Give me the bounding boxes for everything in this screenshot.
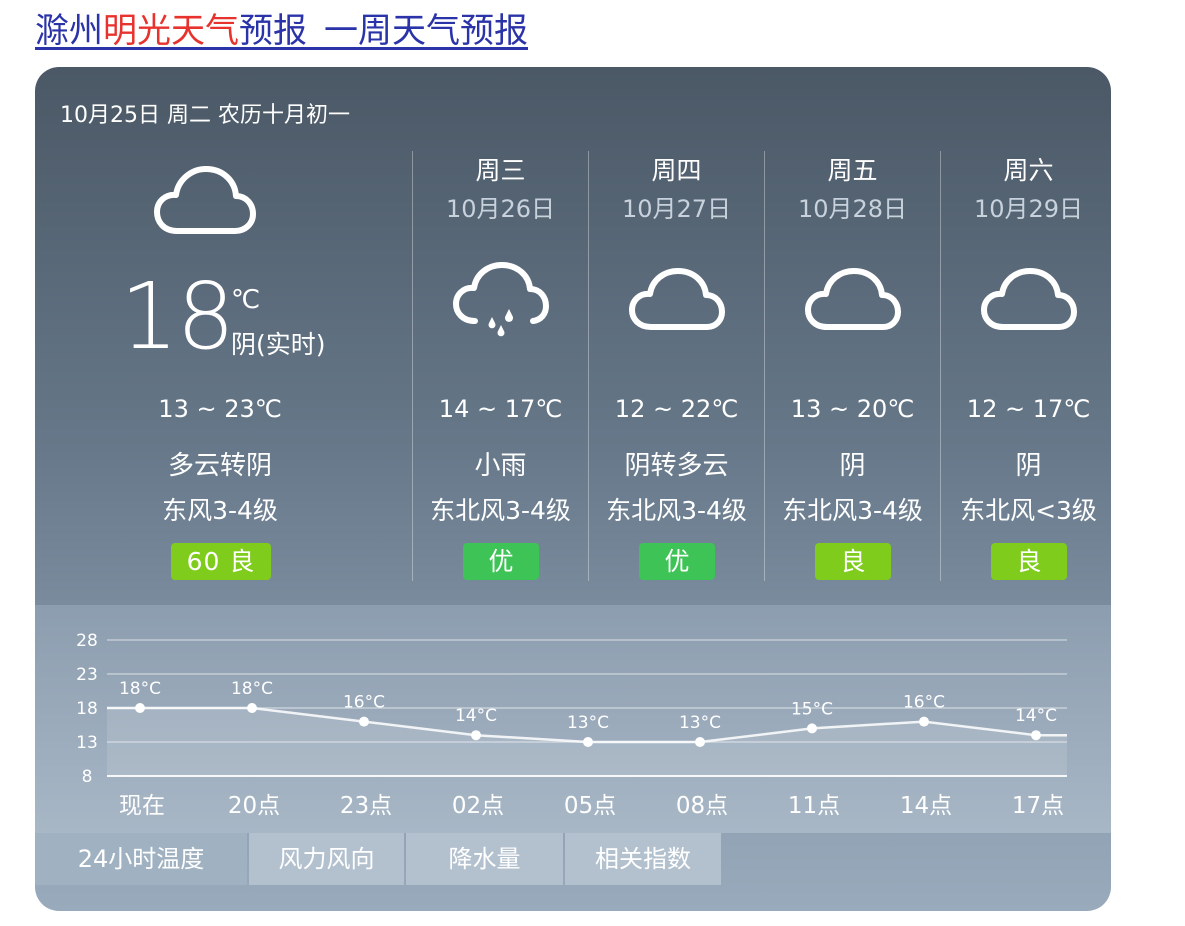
cloud-icon	[981, 268, 1077, 330]
forecast-weather: 小雨	[474, 451, 527, 481]
today-panel: 18 ℃ 阴(实时) 13 ~ 23℃ 多云转阴 东风3-4级 60 良	[35, 67, 405, 607]
chart-point	[359, 716, 369, 727]
tab-indices[interactable]: 相关指数	[565, 833, 721, 885]
today-temp-range: 13 ~ 23℃	[158, 395, 282, 423]
forecast-weather: 阴	[839, 451, 866, 481]
forecast-aqi-badge[interactable]: 良	[815, 543, 891, 580]
today-aqi-badge[interactable]: 60 良	[171, 543, 271, 580]
forecast-temp-range: 12 ~ 22℃	[614, 395, 739, 423]
title-city: 滁州	[35, 11, 103, 51]
forecast-aqi-badge[interactable]: 优	[639, 543, 715, 580]
chart-y-tick-label: 18	[76, 699, 98, 719]
chart-point	[247, 703, 257, 713]
cloud-icon	[154, 166, 256, 234]
cloud-icon	[805, 268, 901, 330]
forecast-wind: 东北风3-4级	[606, 496, 747, 525]
chart-y-tick-label: 23	[76, 665, 98, 685]
chart-value-label: 13°C	[679, 713, 721, 733]
chart-point	[695, 737, 705, 747]
title-highlight: 明光天气	[103, 11, 239, 51]
forecast-weekday: 周三	[475, 156, 526, 185]
chart-value-label: 18°C	[231, 679, 273, 699]
today-weather: 多云转阴	[167, 451, 272, 481]
forecast-date: 10月28日	[797, 195, 908, 223]
chart-x-tick-label: 05点	[564, 793, 616, 819]
page-title[interactable]: 滁州明光天气预报_一周天气预报	[35, 8, 528, 54]
forecast-wind: 东北风3-4级	[430, 496, 571, 525]
chart-value-label: 13°C	[567, 713, 609, 733]
chart-value-label: 14°C	[1015, 706, 1057, 726]
forecast-wind: 东北风3-4级	[782, 496, 923, 525]
chart-x-tick-label: 23点	[340, 793, 392, 819]
chart-point	[471, 730, 481, 741]
weather-card: 10月25日 周二 农历十月初一 18 ℃ 阴(实时) 13 ~ 23℃ 多云转…	[35, 67, 1111, 911]
current-weather-desc: 阴(实时)	[231, 330, 326, 359]
chart-x-tick-label: 08点	[676, 793, 728, 819]
forecast-weather: 阴转多云	[624, 451, 729, 481]
forecast-aqi-badge[interactable]: 优	[463, 543, 539, 580]
temperature-unit: ℃	[231, 285, 261, 315]
chart-tabs: 24小时温度 风力风向 降水量 相关指数	[35, 833, 1111, 885]
chart-x-tick-label: 14点	[900, 793, 952, 819]
chart-y-tick-label: 8	[82, 767, 93, 787]
tab-wind[interactable]: 风力风向	[249, 833, 404, 885]
forecast-temp-range: 12 ~ 17℃	[966, 395, 1091, 423]
hourly-temperature-chart: 28 23 18 13 8 18°C 现在 18°C 20点 16°C 23点 14°C 02点 13°C…	[35, 605, 1111, 833]
forecast-temp-range: 13 ~ 20℃	[790, 395, 915, 423]
forecast-date: 10月27日	[621, 195, 732, 223]
forecast-weekday: 周四	[651, 156, 702, 185]
forecast-date: 10月29日	[973, 195, 1084, 223]
chart-point	[807, 723, 817, 734]
cloud-icon	[629, 268, 725, 330]
chart-x-tick-label: 现在	[119, 793, 165, 819]
forecast-weekday: 周六	[1003, 156, 1054, 185]
chart-point	[135, 703, 145, 713]
forecast-day-2[interactable]: 周四 10月27日 12 ~ 22℃ 阴转多云 东北风3-4级 优	[588, 151, 764, 581]
tab-precipitation[interactable]: 降水量	[406, 833, 563, 885]
chart-x-tick-label: 20点	[228, 793, 280, 819]
chart-x-tick-label: 02点	[452, 793, 504, 819]
tab-24h-temperature[interactable]: 24小时温度	[35, 833, 247, 885]
forecast-day-4[interactable]: 周六 10月29日 12 ~ 17℃ 阴 东北风<3级 良	[940, 151, 1111, 581]
chart-y-tick-label: 28	[76, 631, 98, 651]
forecast-day-3[interactable]: 周五 10月28日 13 ~ 20℃ 阴 东北风3-4级 良	[764, 151, 940, 581]
forecast-weather: 阴	[1015, 451, 1042, 481]
chart-value-label: 16°C	[903, 693, 945, 713]
rain-cloud-icon	[453, 262, 549, 337]
chart-x-tick-label: 11点	[788, 793, 840, 819]
chart-value-label: 16°C	[343, 693, 385, 713]
chart-y-tick-label: 13	[76, 733, 98, 753]
chart-point	[583, 737, 593, 747]
forecast-day-1[interactable]: 周三 10月26日 14 ~ 17℃ 小雨 东北风3-4级 优	[412, 151, 588, 581]
title-rest: 预报_一周天气预报	[239, 11, 528, 51]
chart-value-label: 18°C	[119, 679, 161, 699]
chart-point	[919, 716, 929, 727]
forecast-date: 10月26日	[445, 195, 556, 223]
today-wind: 东风3-4级	[162, 496, 278, 525]
forecast-aqi-badge[interactable]: 良	[991, 543, 1067, 580]
current-temperature: 18	[120, 263, 235, 370]
forecast-wind: 东北风<3级	[960, 496, 1097, 525]
forecast-temp-range: 14 ~ 17℃	[438, 395, 563, 423]
chart-value-label: 15°C	[791, 699, 833, 719]
chart-point	[1031, 730, 1041, 741]
forecast-weekday: 周五	[827, 156, 878, 185]
chart-value-label: 14°C	[455, 706, 497, 726]
chart-x-tick-label: 17点	[1012, 793, 1064, 819]
hourly-temperature-svg: 28 23 18 13 8 18°C 现在 18°C 20点 16°C 23点 14°C 02点 13°C…	[76, 631, 1067, 819]
